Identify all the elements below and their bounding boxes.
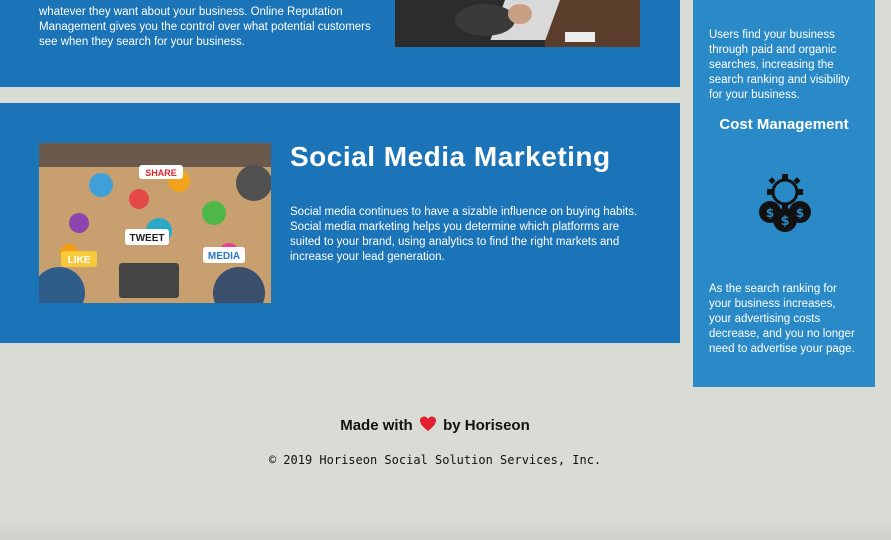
cost-management-heading: Cost Management [719, 116, 849, 133]
copyright-text: © 2019 Horiseon Social Solution Services… [268, 453, 602, 467]
cost-management-icon: $ $ $ [752, 170, 818, 236]
search-ranking-text: Users find your business through paid an… [709, 28, 850, 101]
svg-text:$: $ [766, 206, 774, 220]
like-label: LIKE [68, 255, 91, 266]
benefits-sidebar: Users find your business through paid an… [693, 0, 875, 387]
svg-text:$: $ [796, 206, 804, 220]
made-with-suffix: by Horiseon [443, 417, 530, 434]
page-bottom-edge [0, 520, 891, 540]
section-description: Social media continues to have a sizable… [290, 205, 638, 263]
social-media-marketing-card: SHARE TWEET LIKE MEDIA Social Media Mark… [0, 103, 680, 343]
made-with-prefix: Made with [340, 417, 413, 434]
heart-icon [419, 415, 437, 433]
svg-text:$: $ [780, 214, 789, 229]
orm-description: whatever they want about your business. … [39, 5, 371, 48]
tweet-label: TWEET [130, 233, 165, 244]
media-label: MEDIA [208, 251, 240, 262]
advertising-costs-text: As the search ranking for your business … [709, 282, 855, 355]
made-with-line: Made with by Horiseon [0, 415, 870, 434]
orm-image [395, 0, 640, 47]
social-media-image: SHARE TWEET LIKE MEDIA [39, 143, 271, 303]
online-reputation-card: whatever they want about your business. … [0, 0, 680, 87]
share-label: SHARE [145, 168, 177, 178]
section-title: Social Media Marketing [290, 141, 611, 172]
